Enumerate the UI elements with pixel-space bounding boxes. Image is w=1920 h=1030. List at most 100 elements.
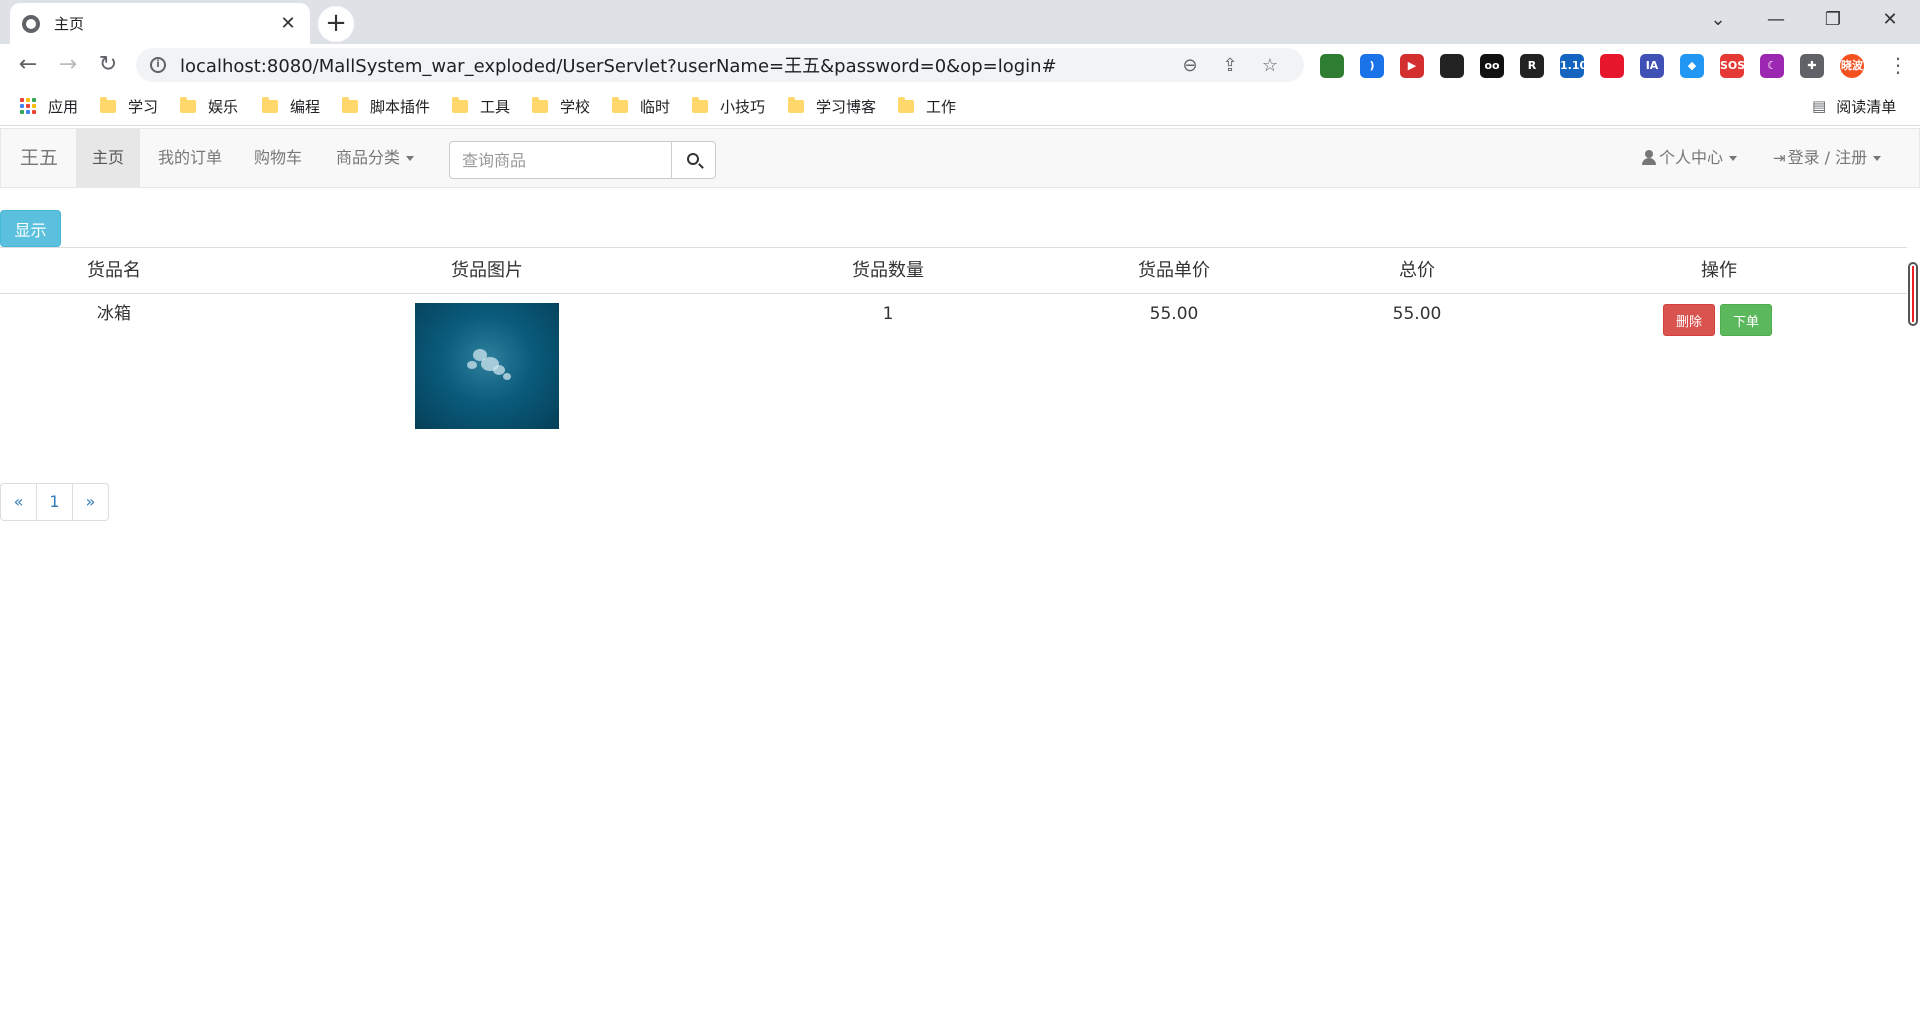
caret-down-icon (1729, 156, 1738, 161)
url-text[interactable]: localhost:8080/MallSystem_war_exploded/U… (180, 52, 1170, 78)
nav-cart[interactable]: 购物车 (238, 129, 318, 187)
ext-sos-icon[interactable]: SOS (1720, 54, 1745, 78)
bookmark-folder[interactable]: 学校 (532, 96, 590, 116)
share-icon[interactable]: ⇪ (1210, 55, 1250, 76)
ext-red-play-icon[interactable]: ▶ (1400, 54, 1424, 78)
bookmark-folder-label: 娱乐 (208, 97, 239, 116)
bookmarks-bar: 应用 学习 娱乐 编程 脚本插件 工具 学校 临时 小技巧 学习博客 工作 ▤ 阅读清单 (0, 86, 1920, 126)
header-actions: 操作 (1701, 260, 1737, 281)
header-product-image: 货品图片 (451, 260, 523, 281)
ext-ia-icon[interactable]: IA (1640, 54, 1664, 78)
reading-list-label: 阅读清单 (1836, 97, 1897, 116)
table-header-row: 货品名 货品图片 货品数量 货品单价 总价 操作 (0, 248, 1907, 294)
header-unit-price: 货品单价 (1138, 260, 1210, 281)
browser-toolbar: ← → ↻ i localhost:8080/MallSystem_war_ex… (0, 44, 1920, 86)
pagination-next[interactable]: » (72, 483, 109, 521)
folder-icon (788, 96, 804, 113)
page-scrollbar[interactable] (1908, 262, 1918, 326)
site-info-icon[interactable]: i (150, 57, 166, 73)
ext-puzzle-icon[interactable]: ✚ (1800, 54, 1824, 78)
reading-list[interactable]: ▤ 阅读清单 (1812, 96, 1896, 116)
ext-green-circle-icon[interactable] (1320, 54, 1344, 78)
pagination-prev[interactable]: « (0, 483, 37, 521)
folder-icon (180, 96, 196, 113)
ext-weibo-icon[interactable] (1600, 54, 1624, 78)
login-register-label: 登录 / 注册 (1787, 148, 1868, 167)
bookmark-folder[interactable]: 工具 (452, 96, 510, 116)
bookmark-folder-label: 工作 (926, 97, 957, 116)
ext-avatar-icon[interactable]: 晓波 (1840, 54, 1864, 78)
nav-login-register-dropdown[interactable]: ⇥ 登录 / 注册 (1757, 129, 1897, 187)
ext-diamond-icon[interactable]: ◆ (1680, 54, 1704, 78)
browser-menu-icon[interactable]: ⋮ (1886, 50, 1910, 80)
personal-center-label: 个人中心 (1659, 148, 1724, 167)
bookmark-folder[interactable]: 临时 (612, 96, 670, 116)
zoom-icon[interactable]: ⊖ (1170, 55, 1210, 76)
cell-quantity: 1 (882, 304, 894, 324)
bookmark-folder-label: 工具 (480, 97, 511, 116)
search-icon (687, 153, 699, 165)
caret-down-icon (1873, 156, 1882, 161)
product-search-input[interactable] (449, 141, 672, 179)
bookmark-folder[interactable]: 学习 (100, 96, 158, 116)
brand-username[interactable]: 王五 (1, 129, 77, 187)
close-window-button[interactable]: ✕ (1862, 0, 1918, 40)
caret-down-icon (406, 156, 415, 161)
restore-button[interactable]: ❐ (1805, 0, 1861, 40)
folder-icon (452, 96, 468, 113)
bookmark-folder-label: 临时 (640, 97, 671, 116)
browser-titlebar: 主页 ✕ + ⌄ — ❐ ✕ (0, 0, 1920, 44)
tab-search-chevron-icon[interactable]: ⌄ (1690, 0, 1746, 40)
folder-icon (898, 96, 914, 113)
show-button[interactable]: 显示 (0, 210, 61, 247)
place-order-button[interactable]: 下单 (1720, 304, 1772, 336)
pagination-page-1[interactable]: 1 (36, 483, 73, 521)
ext-flag-icon[interactable]: 1.10 (1560, 54, 1587, 78)
bookmark-star-icon[interactable]: ☆ (1250, 55, 1290, 76)
folder-icon (532, 96, 548, 113)
user-icon (1642, 150, 1656, 165)
nav-categories-dropdown[interactable]: 商品分类 (320, 129, 430, 187)
reload-icon[interactable]: ↻ (92, 49, 124, 81)
browser-tab[interactable]: 主页 ✕ (10, 3, 310, 44)
bookmark-folder[interactable]: 学习博客 (788, 96, 876, 116)
bookmark-folder[interactable]: 编程 (262, 96, 320, 116)
new-tab-button[interactable]: + (318, 6, 354, 42)
nav-personal-center-dropdown[interactable]: 个人中心 (1626, 129, 1753, 187)
bookmark-folder-label: 小技巧 (720, 97, 766, 116)
ext-r-icon[interactable]: R (1520, 54, 1544, 78)
ext-dark-glasses-icon[interactable] (1440, 54, 1464, 78)
bookmark-folder[interactable]: 脚本插件 (342, 96, 430, 116)
forward-arrow-icon[interactable]: → (52, 49, 84, 81)
back-arrow-icon[interactable]: ← (12, 49, 44, 81)
folder-icon (342, 96, 358, 113)
ext-owl-icon[interactable]: oo (1480, 54, 1504, 78)
close-tab-icon[interactable]: ✕ (278, 13, 298, 34)
cell-total: 55.00 (1392, 304, 1442, 324)
tab-title: 主页 (54, 15, 85, 33)
minimize-button[interactable]: — (1748, 0, 1804, 40)
ext-moon-icon[interactable]: ☾ (1760, 54, 1784, 78)
search-button[interactable] (671, 141, 716, 179)
nav-categories-label: 商品分类 (336, 148, 401, 167)
pagination: « 1 » (0, 483, 109, 521)
bookmark-folder-label: 学习 (128, 97, 159, 116)
cell-unit-price: 55.00 (1149, 304, 1199, 324)
delete-button[interactable]: 删除 (1663, 304, 1715, 336)
cart-table: 货品名 货品图片 货品数量 货品单价 总价 操作 冰箱 1 55.00 55.0… (0, 247, 1907, 444)
nav-home[interactable]: 主页 (76, 129, 141, 187)
folder-icon (262, 96, 278, 113)
bookmark-folder[interactable]: 小技巧 (692, 96, 765, 116)
folder-icon (692, 96, 708, 113)
bookmark-folder-label: 编程 (290, 97, 321, 116)
ext-wifi-icon[interactable]: ) (1360, 54, 1384, 78)
bookmark-folder[interactable]: 娱乐 (180, 96, 238, 116)
address-bar[interactable]: i localhost:8080/MallSystem_war_exploded… (136, 48, 1304, 82)
bookmark-folder-label: 学习博客 (816, 97, 877, 116)
apps-grid-icon (20, 98, 36, 114)
header-product-name: 货品名 (87, 260, 141, 281)
nav-my-orders[interactable]: 我的订单 (142, 129, 238, 187)
bookmark-folder-label: 脚本插件 (370, 97, 431, 116)
bookmark-apps[interactable]: 应用 (20, 96, 78, 116)
bookmark-folder[interactable]: 工作 (898, 96, 956, 116)
